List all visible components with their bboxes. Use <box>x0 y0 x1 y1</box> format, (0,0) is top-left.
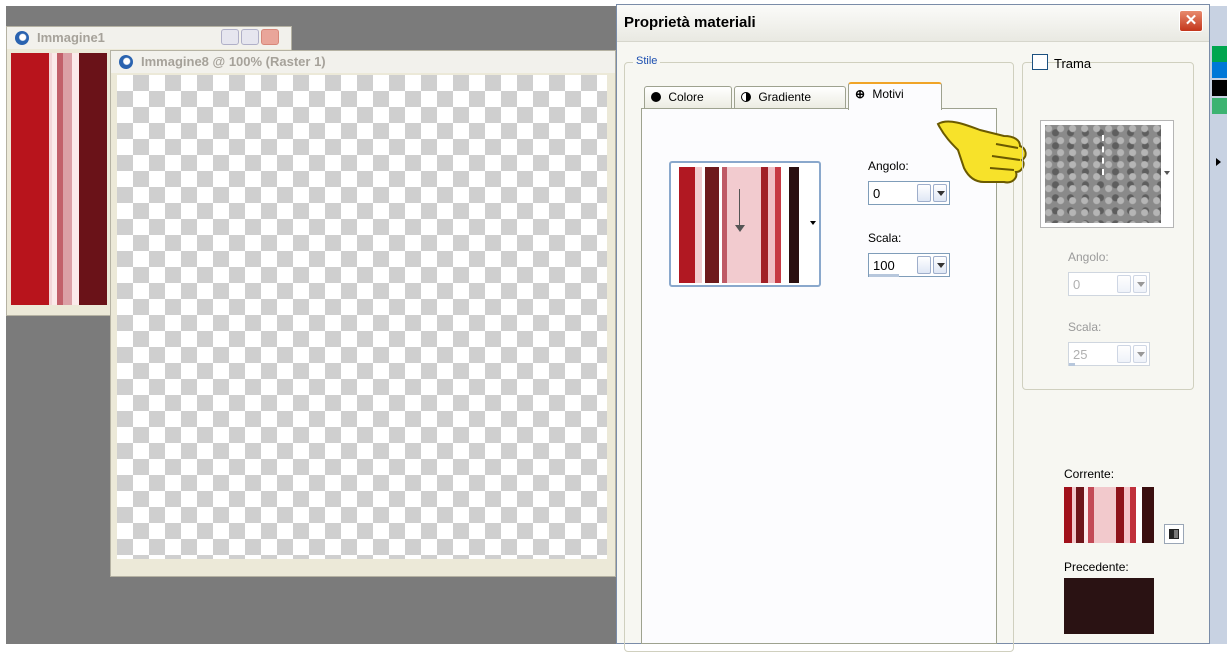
dropdown-arrow-icon[interactable] <box>810 221 816 225</box>
spin-updown-icon <box>1117 275 1131 293</box>
close-icon[interactable]: ✕ <box>1179 10 1203 32</box>
dialog-title-bar[interactable]: Proprietà materiali ✕ <box>617 5 1209 42</box>
tab-gradiente[interactable]: Gradiente <box>734 86 846 108</box>
pattern-selector[interactable] <box>669 161 821 287</box>
palette-swatch-green2[interactable] <box>1212 98 1227 114</box>
trama-scala-label: Scala: <box>1068 320 1102 334</box>
trama-checkbox[interactable] <box>1032 54 1048 70</box>
filled-circle-icon <box>651 92 661 102</box>
maximize-button[interactable] <box>241 29 259 45</box>
trama-label[interactable]: Trama <box>1054 56 1091 71</box>
trama-angolo-value: 0 <box>1073 277 1081 292</box>
tab-colore[interactable]: Colore <box>644 86 732 108</box>
document-icon <box>119 55 133 69</box>
window-title-bar[interactable]: Immagine8 @ 100% (Raster 1) <box>111 51 615 73</box>
stile-legend: Stile <box>633 55 661 67</box>
hand-pointer-icon <box>936 120 1027 184</box>
tab-motivi[interactable]: ⊕ Motivi <box>848 82 942 110</box>
tab-motivi-label: Motivi <box>872 87 904 101</box>
scala-slider-track[interactable] <box>869 274 899 277</box>
texture-selector <box>1040 120 1174 228</box>
scala-value[interactable]: 100 <box>873 258 895 273</box>
spin-updown-icon[interactable] <box>917 184 931 202</box>
corrente-label: Corrente: <box>1064 467 1115 481</box>
palette-swatch-blue[interactable] <box>1212 62 1227 78</box>
spin-updown-icon <box>1117 345 1131 363</box>
chevron-down-icon[interactable] <box>933 256 947 274</box>
crosshair-icon: ⊕ <box>855 87 866 101</box>
swap-icon[interactable] <box>1164 524 1184 544</box>
pattern-preview <box>675 167 807 283</box>
previous-material-swatch[interactable] <box>1064 578 1154 634</box>
direction-arrow-line <box>1102 135 1106 175</box>
palette-swatch-green[interactable] <box>1212 46 1227 62</box>
current-material-swatch[interactable] <box>1064 487 1154 543</box>
window-title: Immagine8 @ 100% (Raster 1) <box>141 54 326 69</box>
minimize-button[interactable] <box>221 29 239 45</box>
scala-spinner[interactable]: 100 <box>868 253 950 277</box>
palette-arrow-icon[interactable] <box>1216 158 1221 166</box>
window-immagine8[interactable]: Immagine8 @ 100% (Raster 1) <box>110 50 616 577</box>
tab-gradiente-label: Gradiente <box>758 90 812 104</box>
image-canvas-stripes[interactable] <box>11 53 107 305</box>
palette-swatch-black[interactable] <box>1212 80 1227 96</box>
arrow-down-icon <box>735 225 745 232</box>
angolo-value[interactable]: 0 <box>873 186 880 201</box>
transparent-canvas[interactable] <box>117 75 607 559</box>
trama-scala-slider-track <box>1069 363 1075 366</box>
angolo-label: Angolo: <box>868 159 909 173</box>
half-circle-icon <box>741 92 751 102</box>
spin-updown-icon[interactable] <box>917 256 931 274</box>
dialog-title: Proprietà materiali <box>624 14 756 31</box>
trama-angolo-spinner: 0 <box>1068 272 1150 296</box>
tab-colore-label: Colore <box>668 90 704 104</box>
document-icon <box>15 31 29 45</box>
trama-angolo-label: Angolo: <box>1068 250 1109 264</box>
scala-label: Scala: <box>868 231 902 245</box>
direction-arrow-line <box>739 189 740 229</box>
chevron-down-icon <box>1133 275 1147 293</box>
close-button[interactable] <box>261 29 279 45</box>
window-title: Immagine1 <box>37 30 105 45</box>
chevron-down-icon <box>1133 345 1147 363</box>
texture-preview <box>1045 125 1161 223</box>
trama-scala-spinner: 25 <box>1068 342 1150 366</box>
dropdown-arrow-icon <box>1164 171 1170 175</box>
trama-scala-value: 25 <box>1073 347 1088 362</box>
precedente-label: Precedente: <box>1064 560 1129 574</box>
